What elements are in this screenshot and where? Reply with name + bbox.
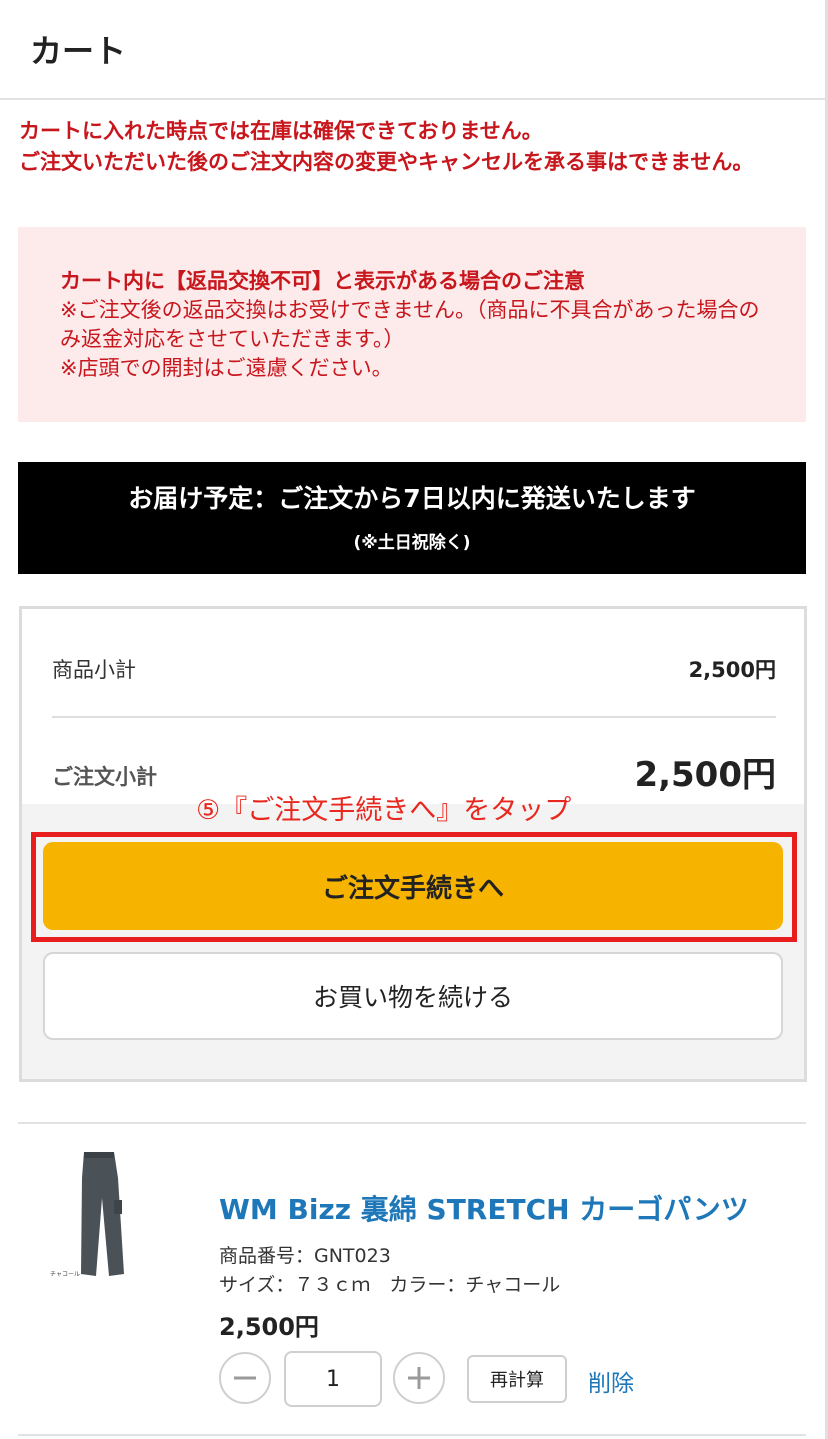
highlight-box <box>31 832 797 942</box>
item-divider-top <box>18 1122 806 1124</box>
return-notice-title: カート内に【返品交換不可】と表示がある場合のご注意 <box>60 269 585 293</box>
stock-warning-line2: ご注文いただいた後のご注文内容の変更やキャンセルを承る事はできません。 <box>19 150 754 174</box>
order-subtotal-value: 2,500円 <box>634 755 776 795</box>
product-price: 2,500円 <box>219 1313 319 1341</box>
thumbnail-color-label: チャコール <box>50 1271 80 1278</box>
delivery-sub-text: (※土日祝除く) <box>353 533 471 553</box>
return-notice-line2: ※店頭での開封はご遠慮ください。 <box>60 356 393 380</box>
return-notice: カート内に【返品交換不可】と表示がある場合のご注意 ※ご注文後の返品交換はお受け… <box>18 227 806 422</box>
stock-warning: カートに入れた時点では在庫は確保できておりません。 ご注文いただいた後のご注文内… <box>19 116 809 178</box>
product-name-link[interactable]: WM Bizz 裏綿 STRETCH カーゴパンツ <box>219 1188 749 1228</box>
product-size-color: サイズ：７３ｃｍ カラー：チャコール <box>219 1274 561 1296</box>
summary-divider <box>52 716 776 718</box>
continue-shopping-button[interactable]: お買い物を続ける <box>43 952 783 1040</box>
page-header: カート <box>0 0 828 1439</box>
increase-quantity-button[interactable] <box>393 1352 445 1404</box>
decrease-quantity-button[interactable] <box>219 1352 271 1404</box>
stock-warning-line1: カートに入れた時点では在庫は確保できておりません。 <box>19 119 543 143</box>
minus-icon <box>234 1376 256 1380</box>
product-code: 商品番号：GNT023 <box>219 1245 391 1267</box>
order-subtotal-label: ご注文小計 <box>52 765 157 789</box>
item-divider-bottom <box>18 1434 806 1436</box>
return-notice-line1: ※ご注文後の返品交換はお受けできません。（商品に不具合があった場合のみ返金対応を… <box>60 298 760 351</box>
tap-instruction-annotation: ⑤『ご注文手続きへ』をタップ <box>196 795 572 826</box>
subtotal-value: 2,500円 <box>688 658 776 682</box>
delete-link[interactable]: 削除 <box>588 1364 634 1398</box>
summary-totals: 商品小計 2,500円 ご注文小計 2,500円 <box>22 609 804 804</box>
recalculate-button[interactable]: 再計算 <box>467 1355 567 1403</box>
delivery-banner: お届け予定：ご注文から7日以内に発送いたします (※土日祝除く) <box>18 462 806 574</box>
subtotal-label: 商品小計 <box>52 658 136 682</box>
plus-icon <box>408 1367 430 1389</box>
quantity-input[interactable] <box>284 1351 382 1407</box>
product-thumbnail[interactable]: チャコール <box>48 1148 148 1283</box>
delivery-main-text: お届け予定：ご注文から7日以内に発送いたします <box>128 484 696 513</box>
page-title: カート <box>30 32 127 70</box>
